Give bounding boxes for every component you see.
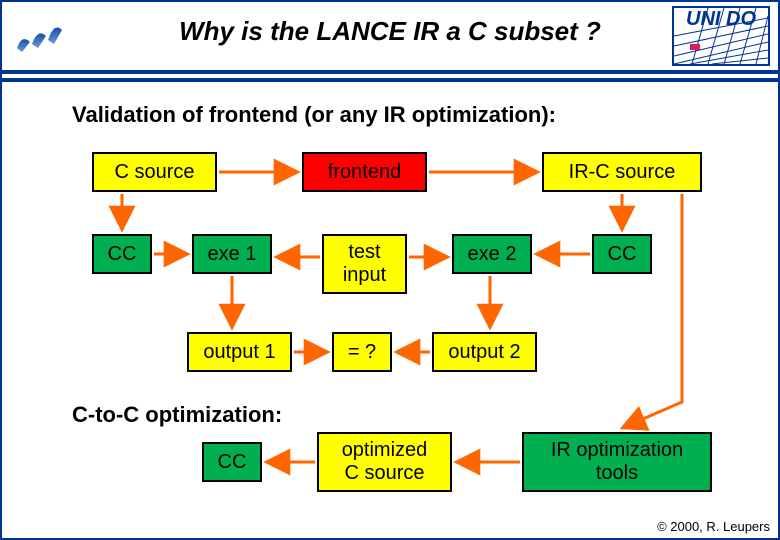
box-eq: = ? — [332, 332, 392, 372]
content: Validation of frontend (or any IR optimi… — [2, 92, 778, 538]
corner-flag-icon — [12, 6, 72, 56]
box-test-input: test input — [322, 234, 407, 294]
box-cc-bottom: CC — [202, 442, 262, 482]
box-cc-left: CC — [92, 234, 152, 274]
unido-label: UNI DO — [672, 8, 770, 31]
box-c-source: C source — [92, 152, 217, 192]
box-ir-tools: IR optimization tools — [522, 432, 712, 492]
unido-logo: UNI DO — [672, 6, 770, 66]
header-rule — [2, 70, 778, 82]
box-ir-c-source: IR-C source — [542, 152, 702, 192]
copyright: © 2000, R. Leupers — [657, 519, 770, 534]
box-opt-c-source: optimized C source — [317, 432, 452, 492]
slide: Why is the LANCE IR a C subset ? — [0, 0, 780, 540]
box-frontend: frontend — [302, 152, 427, 192]
box-cc-right: CC — [592, 234, 652, 274]
box-exe2: exe 2 — [452, 234, 532, 274]
box-output2: output 2 — [432, 332, 537, 372]
header: Why is the LANCE IR a C subset ? — [2, 2, 778, 70]
box-output1: output 1 — [187, 332, 292, 372]
box-exe1: exe 1 — [192, 234, 272, 274]
section-validation-title: Validation of frontend (or any IR optimi… — [72, 102, 556, 128]
slide-title: Why is the LANCE IR a C subset ? — [102, 16, 678, 47]
section-c2c-title: C-to-C optimization: — [72, 402, 282, 428]
